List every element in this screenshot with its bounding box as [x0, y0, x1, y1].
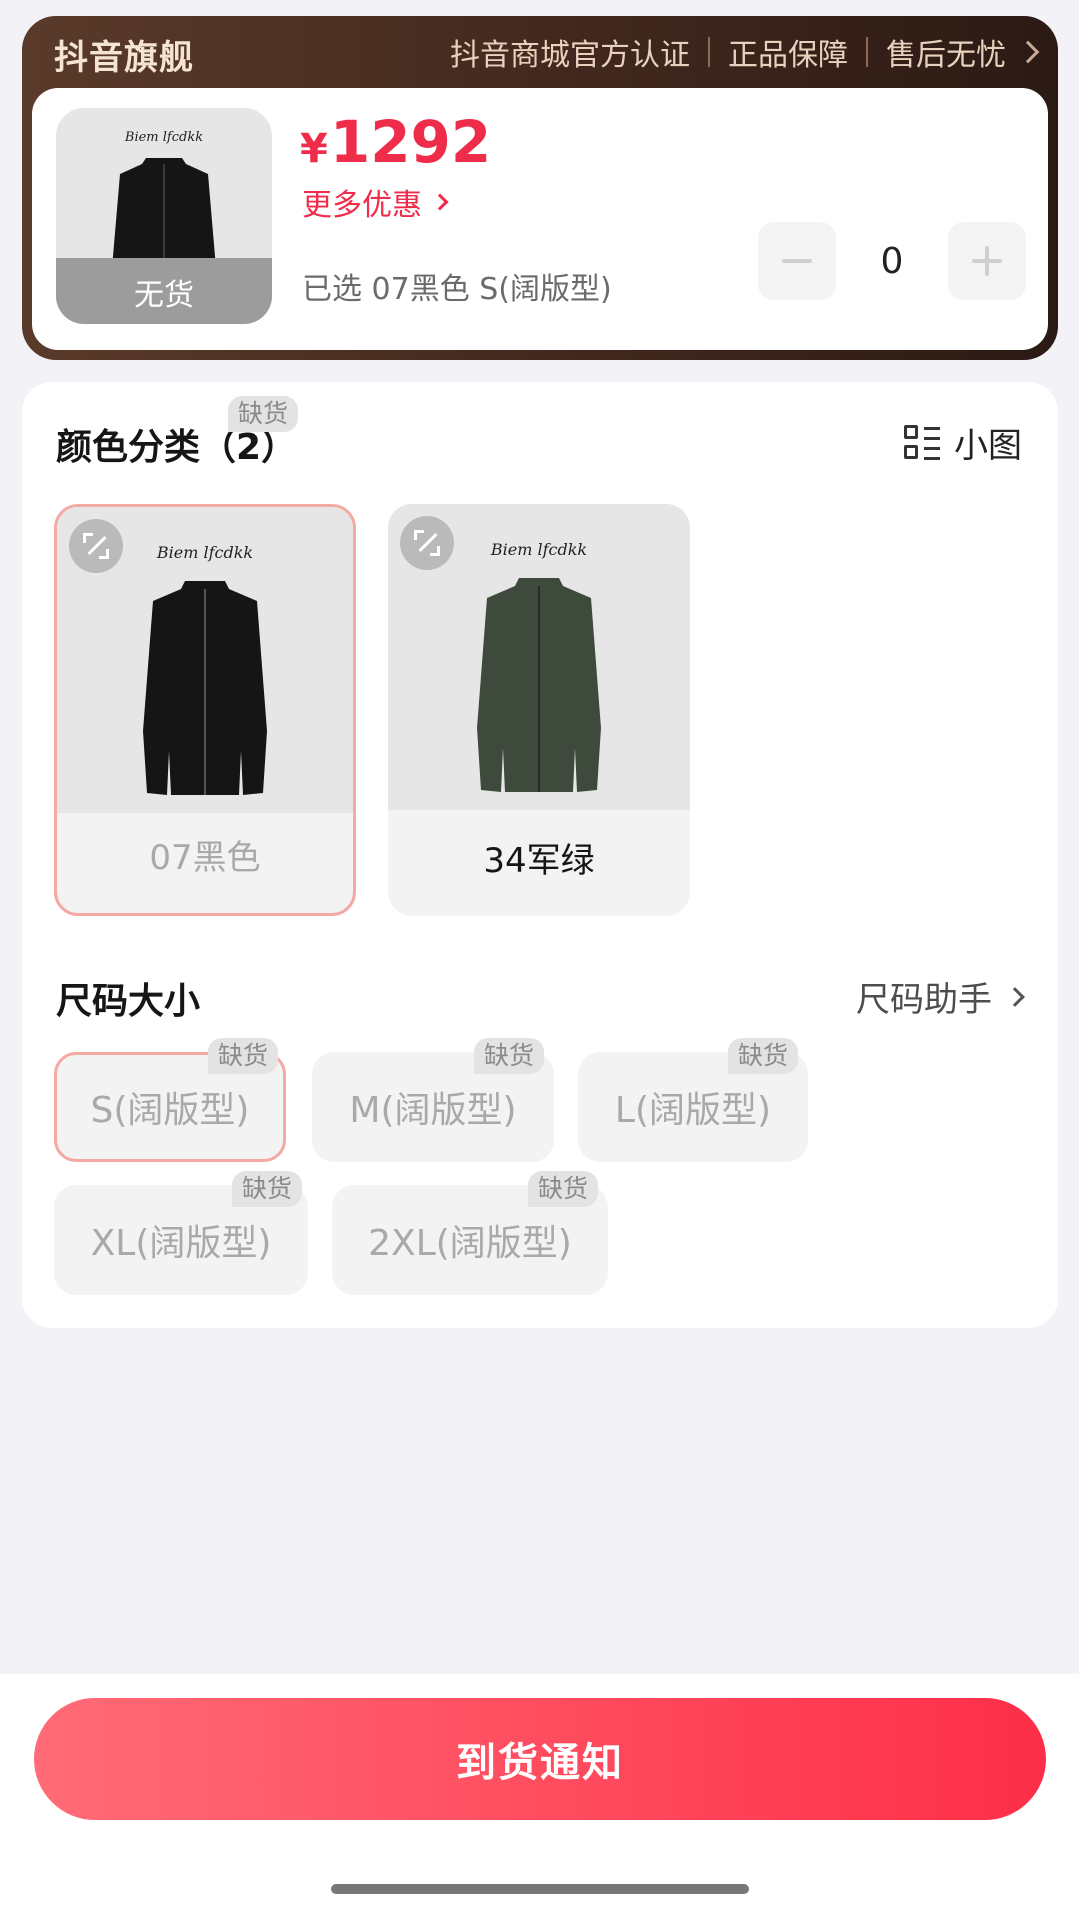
quantity-value[interactable]: 0 — [836, 241, 948, 282]
out-of-stock-badge: 缺货 — [228, 396, 299, 432]
color-option-army-green[interactable]: Biem lfcdkk 34军绿 — [388, 504, 690, 916]
product-thumbnail[interactable]: Biem lfcdkk 无货 — [56, 108, 272, 324]
color-option-black[interactable]: Biem lfcdkk 07黑色 — [54, 504, 356, 916]
decrease-quantity-button[interactable] — [758, 222, 836, 300]
arrival-notify-button[interactable]: 到货通知 — [34, 1698, 1046, 1820]
out-of-stock-badge: 缺货 — [474, 1038, 545, 1074]
product-header-card: 抖音旗舰 抖音商城官方认证 正品保障 售后无忧 Biem lfcdkk 无货 ¥… — [22, 16, 1058, 360]
divider — [708, 37, 710, 67]
tag-authentic-guarantee: 正品保障 — [728, 38, 848, 73]
price-value: 1292 — [329, 108, 492, 176]
out-of-stock-badge: 缺货 — [528, 1171, 599, 1207]
out-of-stock-badge: 缺货 — [232, 1171, 303, 1207]
tag-official-certification: 抖音商城官方认证 — [450, 38, 690, 73]
jacket-image — [143, 581, 267, 795]
brand-title: 抖音旗舰 — [54, 38, 194, 78]
out-of-stock-badge: 缺货 — [208, 1038, 279, 1074]
brand-bar[interactable]: 抖音旗舰 抖音商城官方认证 正品保障 售后无忧 — [22, 16, 1058, 88]
expand-image-icon[interactable] — [69, 519, 123, 573]
selected-variant: 已选 07黑色 S(阔版型) — [302, 272, 612, 307]
chevron-right-icon — [1016, 40, 1040, 64]
out-of-stock-label: 无货 — [134, 278, 194, 313]
tag-after-sales: 售后无忧 — [886, 38, 1006, 73]
chevron-right-icon — [1005, 986, 1025, 1007]
color-name: 34军绿 — [483, 841, 595, 881]
brand-guarantee-tags[interactable]: 抖音商城官方认证 正品保障 售后无忧 — [450, 32, 1040, 73]
product-summary: Biem lfcdkk 无货 ¥1292 更多优惠 已选 07黑色 S(阔版型) — [32, 88, 1048, 350]
increase-quantity-button[interactable] — [948, 222, 1026, 300]
out-of-stock-badge: 缺货 — [728, 1038, 799, 1074]
view-mode-toggle[interactable]: 小图 — [904, 418, 1022, 467]
view-mode-label: 小图 — [954, 426, 1022, 466]
size-section-title: 尺码大小 — [56, 981, 201, 1022]
color-name: 07黑色 — [149, 838, 261, 878]
quantity-stepper: 0 — [758, 222, 1026, 300]
expand-image-icon[interactable] — [400, 516, 454, 570]
chevron-right-icon — [431, 193, 449, 211]
currency-symbol: ¥ — [300, 126, 328, 172]
price: ¥1292 — [300, 112, 491, 179]
sku-selector-sheet: 抖音旗舰 抖音商城官方认证 正品保障 售后无忧 Biem lfcdkk 无货 ¥… — [0, 0, 1079, 1911]
more-deals-link[interactable]: 更多优惠 — [302, 180, 449, 224]
list-grid-icon — [904, 424, 940, 461]
bottom-action-bar: 到货通知 — [0, 1674, 1079, 1911]
jacket-image — [477, 578, 601, 792]
size-helper-label: 尺码助手 — [856, 980, 992, 1020]
spec-selection-panel: 颜色分类（2） 小图 Biem lfcdkk 07黑色 缺货 Biem lfcd… — [22, 382, 1058, 1328]
home-indicator[interactable] — [331, 1884, 749, 1894]
divider — [866, 37, 868, 67]
more-deals-label: 更多优惠 — [302, 188, 422, 223]
size-helper-link[interactable]: 尺码助手 — [856, 972, 1025, 1021]
